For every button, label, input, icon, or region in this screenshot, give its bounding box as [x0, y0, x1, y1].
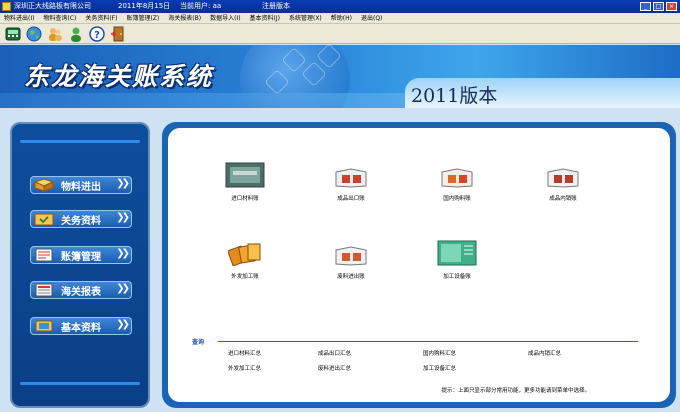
- query-link-finished-export-summary[interactable]: 成品出口汇总: [318, 349, 351, 357]
- double-chevron-icon: ❯❯: [116, 283, 130, 294]
- exit-button[interactable]: [109, 25, 126, 42]
- module-finished-domestic-sale-ledger[interactable]: 成品内销账: [528, 168, 598, 202]
- module-label: 进口材料账: [231, 196, 259, 202]
- menu-item-help[interactable]: 帮助(H): [327, 13, 357, 23]
- minimize-button[interactable]: _: [640, 2, 651, 11]
- book-icon: [33, 177, 55, 193]
- module-finished-export-ledger[interactable]: 成品出口账: [316, 168, 386, 202]
- globe-button[interactable]: [25, 25, 42, 42]
- module-label: 外发加工账: [231, 274, 259, 280]
- door-exit-icon: [110, 26, 123, 41]
- close-button[interactable]: ×: [666, 2, 677, 11]
- outsourced-processing-ledger-icon: [227, 243, 261, 267]
- nav-label: 账簿管理: [61, 251, 101, 263]
- version-label: 2011版本: [411, 85, 498, 107]
- nav-item-basic-data[interactable]: 基本资料 ❯❯: [30, 317, 132, 335]
- help-icon: ?: [88, 25, 105, 42]
- menu-item-system[interactable]: 系统管理(X): [285, 13, 327, 23]
- help-button[interactable]: ?: [88, 25, 105, 42]
- double-chevron-icon: ❯❯: [116, 319, 130, 330]
- import-material-ledger-icon: [225, 162, 265, 188]
- calculator-icon: [5, 27, 20, 40]
- nav-label: 基本资料: [61, 322, 101, 334]
- nav-label: 海关报表: [61, 286, 101, 298]
- svg-text:?: ?: [94, 30, 100, 41]
- menu-item-customs-report[interactable]: 海关报表(B): [164, 13, 206, 23]
- main-panel: 进口材料账 成品出口账 国内购料账 成品内销账 外发加工账 废料进出账 加工设备…: [162, 122, 676, 408]
- menu-item-material-query[interactable]: 物料查询(C): [39, 13, 81, 23]
- double-chevron-icon: ❯❯: [116, 178, 130, 189]
- finished-domestic-sale-ledger-icon: [547, 168, 579, 188]
- version-tab: 2011版本: [405, 78, 680, 108]
- calculator-button[interactable]: [4, 25, 21, 42]
- report-icon: [33, 282, 55, 298]
- module-domestic-purchase-ledger[interactable]: 国内购料账: [422, 168, 492, 202]
- company-name: 深圳正大线路板有限公司: [14, 2, 91, 10]
- menu-item-customs-data[interactable]: 关务资料(F): [81, 13, 122, 23]
- nav-item-material-io[interactable]: 物料进出 ❯❯: [30, 176, 132, 194]
- query-link-processing-equipment-summary[interactable]: 加工设备汇总: [423, 364, 456, 372]
- users-icon: [48, 27, 62, 41]
- double-chevron-icon: ❯❯: [116, 212, 130, 223]
- module-label: 废料进出账: [337, 274, 365, 280]
- query-link-finished-domestic-sale-summary[interactable]: 成品内销汇总: [528, 349, 561, 357]
- menu-item-exit[interactable]: 退出(Q): [357, 13, 387, 23]
- app-title: 东龙海关账系统: [24, 62, 214, 91]
- query-link-domestic-purchase-summary[interactable]: 国内购料汇总: [423, 349, 456, 357]
- module-scrap-io-ledger[interactable]: 废料进出账: [316, 246, 386, 280]
- processing-equipment-ledger-icon: [437, 240, 477, 266]
- database-icon: [33, 318, 55, 334]
- current-date: 2011年8月15日: [118, 2, 171, 10]
- header-banner: 东龙海关账系统 2011版本: [0, 45, 680, 108]
- side-nav: 物料进出 ❯❯ 关务资料 ❯❯ 账簿管理 ❯❯ 海关报表 ❯❯ 基本资料 ❯❯: [10, 122, 150, 408]
- module-label: 成品出口账: [337, 196, 365, 202]
- module-label: 加工设备账: [443, 274, 471, 280]
- maximize-button[interactable]: □: [653, 2, 664, 11]
- scrap-io-ledger-icon: [335, 246, 367, 266]
- hint-text: 提示：上面只显示部分常用功能，更多功能请到菜单中选择。: [441, 388, 590, 394]
- double-chevron-icon: ❯❯: [116, 248, 130, 259]
- module-label: 国内购料账: [443, 196, 471, 202]
- nav-item-customs-report[interactable]: 海关报表 ❯❯: [30, 281, 132, 299]
- main-content: 进口材料账 成品出口账 国内购料账 成品内销账 外发加工账 废料进出账 加工设备…: [168, 128, 670, 402]
- nav-divider: [20, 140, 140, 143]
- query-link-outsourced-processing-summary[interactable]: 外发加工汇总: [228, 364, 261, 372]
- person-icon: [70, 27, 81, 42]
- menu-item-basic-data[interactable]: 基本资料(J): [246, 13, 285, 23]
- nav-item-customs-data[interactable]: 关务资料 ❯❯: [30, 210, 132, 228]
- menu-item-material-io[interactable]: 物料进出(I): [0, 13, 39, 23]
- module-label: 成品内销账: [549, 196, 577, 202]
- current-user: 当前用户: aa: [180, 2, 222, 10]
- query-divider: [218, 341, 638, 342]
- folder-icon: [33, 211, 55, 227]
- menu-bar: 物料进出(I) 物料查询(C) 关务资料(F) 账簿管理(Z) 海关报表(B) …: [0, 13, 680, 24]
- app-window: 深圳正大线路板有限公司 2011年8月15日 当前用户: aa 注册版本 _ □…: [0, 0, 680, 412]
- query-section-title: 查询: [192, 339, 205, 346]
- module-import-material-ledger[interactable]: 进口材料账: [210, 162, 280, 202]
- user-button[interactable]: [67, 25, 84, 42]
- module-outsourced-processing-ledger[interactable]: 外发加工账: [210, 240, 280, 280]
- nav-label: 物料进出: [61, 181, 101, 193]
- domestic-purchase-ledger-icon: [441, 168, 473, 188]
- module-processing-equipment-ledger[interactable]: 加工设备账: [422, 240, 492, 280]
- globe-icon: [26, 26, 41, 41]
- menu-item-ledger[interactable]: 账簿管理(Z): [122, 13, 164, 23]
- finished-export-ledger-icon: [335, 168, 367, 188]
- menu-item-data-import[interactable]: 数据导入(I): [206, 13, 245, 23]
- query-link-import-material-summary[interactable]: 进口材料汇总: [228, 349, 261, 357]
- toolbar: ?: [0, 24, 680, 44]
- nav-divider: [20, 382, 140, 385]
- registered-version: 注册版本: [262, 2, 290, 10]
- users-button[interactable]: [46, 25, 63, 42]
- query-link-scrap-io-summary[interactable]: 废料进出汇总: [318, 364, 351, 372]
- nav-item-ledger[interactable]: 账簿管理 ❯❯: [30, 246, 132, 264]
- app-icon: [2, 2, 11, 11]
- ledger-icon: [33, 247, 55, 263]
- title-bar: 深圳正大线路板有限公司 2011年8月15日 当前用户: aa 注册版本 _ □…: [0, 0, 680, 13]
- nav-label: 关务资料: [61, 215, 101, 227]
